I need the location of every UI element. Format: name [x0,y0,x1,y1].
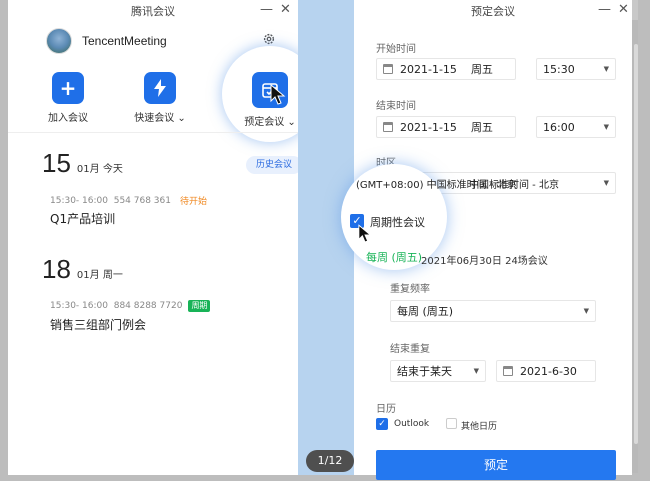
page-indicator: 1/12 [306,450,354,472]
caret-down-icon: ▼ [583,307,589,315]
end-repeat-mode: 结束于某天 [397,365,452,378]
quick-meeting-label: 快速会议 [134,113,175,124]
start-time-label: 开始时间 [376,44,416,55]
start-date: 2021-1-15 [400,62,457,76]
main-window-title: 腾讯会议 [131,5,175,18]
user-name: TencentMeeting [82,34,167,48]
minimize-icon[interactable]: — [260,2,273,17]
day-date: 01月 今天 [76,164,123,175]
end-repeat-date-field[interactable]: 2021-6-30 [496,360,596,382]
end-time: 16:00 [543,120,575,134]
chevron-down-icon[interactable]: ⌄ [177,113,185,124]
end-repeat-label: 结束重复 [390,344,430,355]
day-number: 15 [42,148,71,178]
meeting-time: 15:30- 16:00 [50,195,108,206]
gear-icon[interactable] [262,32,276,46]
day-date: 01月 周一 [76,270,123,281]
meeting-title[interactable]: 销售三组部门例会 [50,316,146,333]
section-divider [8,132,298,133]
meeting-id: 554 768 361 [113,195,171,206]
meeting-meta: 15:30- 16:00 884 8288 7720 周期 [50,300,211,312]
join-meeting-label: 加入会议 [48,113,88,124]
main-titlebar: 腾讯会议 — ✕ [8,0,298,20]
close-icon[interactable]: ✕ [280,2,291,17]
end-time-label: 结束时间 [376,101,416,112]
meeting-time: 15:30- 16:00 [50,301,108,311]
avatar[interactable] [46,28,72,54]
status-badge: 待开始 [179,197,207,207]
schedule-submit-button[interactable]: 预定 [376,450,616,480]
end-repeat-mode-select[interactable]: 结束于某天 ▼ [390,360,486,382]
start-time-select[interactable]: 15:30 ▼ [536,58,616,80]
frequency-select[interactable]: 每周 (周五) ▼ [390,300,596,322]
screen-frame-left [0,0,8,481]
end-weekday: 周五 [470,121,493,134]
caret-down-icon: ▼ [603,123,609,131]
main-window: 腾讯会议 — ✕ TencentMeeting + 加入会议 快速会议 ⌄ 预定… [8,0,318,475]
caret-down-icon: ▼ [603,65,609,73]
meeting-id: 884 8288 7720 [113,301,183,311]
start-weekday: 周五 [470,63,493,76]
end-time-select[interactable]: 16:00 ▼ [536,116,616,138]
day-header-15: 15 01月 今天 [42,148,123,179]
scrollbar[interactable] [634,44,638,444]
end-date-field[interactable]: 2021-1-15 周五 [376,116,516,138]
calendar-icon [383,122,393,132]
mouse-cursor-icon [270,84,286,105]
minimize-icon[interactable]: — [598,2,611,17]
caret-down-icon: ▼ [473,367,479,375]
meeting-meta: 15:30- 16:00 554 768 361 待开始 [50,194,210,208]
start-time: 15:30 [543,62,575,76]
frequency-value: 每周 (周五) [397,305,454,318]
frequency-label: 重复频率 [390,284,430,295]
quick-meeting-button[interactable]: 快速会议 ⌄ [120,72,200,124]
day-header-18: 18 01月 周一 [42,254,123,285]
mouse-cursor-icon [358,224,372,243]
join-meeting-button[interactable]: + 加入会议 [28,72,108,124]
screen-frame-right [638,0,650,481]
end-repeat-date: 2021-6-30 [520,364,577,378]
user-profile[interactable]: TencentMeeting [46,28,167,54]
history-meetings-button[interactable]: 历史会议 [246,156,302,174]
calendar-icon [383,64,393,74]
start-date-field[interactable]: 2021-1-15 周五 [376,58,516,80]
day-number: 18 [42,254,71,284]
close-icon[interactable]: ✕ [618,2,629,17]
outlook-checkbox[interactable]: ✓ [376,418,388,430]
end-date: 2021-1-15 [400,120,457,134]
meeting-title[interactable]: Q1产品培训 [50,210,115,227]
calendar-icon [503,366,513,376]
schedule-window-title: 预定会议 [471,5,515,18]
schedule-meeting-label: 预定会议 [244,117,285,128]
outlook-label: Outlook [394,419,430,429]
lightning-icon [144,72,176,104]
recurring-summary-tag: 每周 (周五) [366,251,423,264]
schedule-titlebar: 预定会议 — ✕ [354,0,632,20]
timezone-value: (GMT+08:00) 中国标准时间 - 北京 [356,180,517,190]
other-calendar-label: 其他日历 [461,422,498,432]
other-calendar-checkbox[interactable] [446,418,457,429]
recurring-label: 周期性会议 [370,216,425,229]
recurring-summary-text: 2021年06月30日 24场会议 [421,256,548,267]
chevron-down-icon[interactable]: ⌄ [287,117,295,128]
plus-icon: + [52,72,84,104]
calendar-label: 日历 [376,404,396,415]
recurring-badge: 周期 [188,300,211,312]
